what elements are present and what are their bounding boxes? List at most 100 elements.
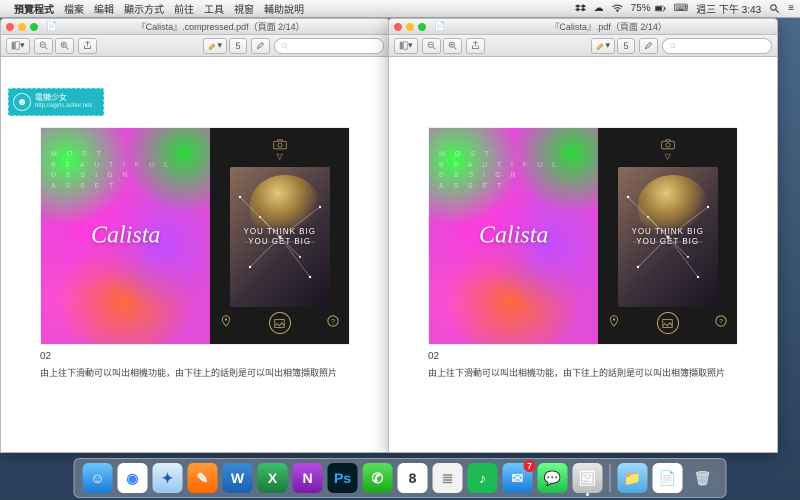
- menu-help[interactable]: 輔助說明: [264, 1, 304, 16]
- text-input-icon[interactable]: ⌨: [674, 3, 688, 14]
- page-field[interactable]: 5: [617, 38, 635, 54]
- markup-button[interactable]: [251, 38, 270, 54]
- document-content[interactable]: M O S T B E A U T I F U L D E S I G N A …: [389, 57, 777, 452]
- titlebar[interactable]: 📄 『Calista』.pdf（頁面 2/14）: [389, 19, 777, 35]
- page-field[interactable]: 5: [229, 38, 247, 54]
- caption-text: 由上往下滑動可以叫出相機功能，由下往上的話則是可以叫出相簿擷取照片: [40, 366, 350, 379]
- splash-panel: M O S T B E A U T I F U L D E S I G N A …: [41, 128, 210, 344]
- dock-finder[interactable]: ☺: [83, 463, 113, 493]
- pdf-icon: 📄: [46, 21, 57, 32]
- dock-line[interactable]: ✆: [363, 463, 393, 493]
- minimize-button[interactable]: [406, 23, 414, 31]
- menu-edit[interactable]: 編輯: [94, 1, 114, 16]
- preview-window-left: 📄 『Calista』.compressed.pdf（頁面 2/14） ▾ ▾ …: [0, 18, 390, 453]
- menu-view[interactable]: 顯示方式: [124, 1, 164, 16]
- share-button[interactable]: [466, 38, 485, 54]
- sync-icon[interactable]: ☁: [594, 3, 604, 14]
- highlight-button[interactable]: ▾: [203, 38, 227, 54]
- app-menu[interactable]: 預覽程式: [14, 1, 54, 16]
- search-field[interactable]: [662, 38, 772, 54]
- photo-overlay-text: YOU THINK BIG YOU GET BIG: [631, 227, 703, 247]
- menu-go[interactable]: 前往: [174, 1, 194, 16]
- view-mode-button[interactable]: ▾: [394, 38, 418, 54]
- view-mode-button[interactable]: ▾: [6, 38, 30, 54]
- close-button[interactable]: [6, 23, 14, 31]
- dock-reminders[interactable]: ≣: [433, 463, 463, 493]
- zoom-out-button[interactable]: [422, 38, 441, 54]
- phone-panel: ▽ YOU THINK BIG YOU GET BIG ?: [210, 128, 349, 344]
- zoom-in-button[interactable]: [55, 38, 74, 54]
- location-icon: [220, 314, 232, 332]
- zoom-out-button[interactable]: [34, 38, 53, 54]
- notification-center-icon[interactable]: ≡: [788, 3, 794, 14]
- spotlight-icon[interactable]: [769, 3, 780, 14]
- watermark-name: 電獺少女: [35, 94, 93, 103]
- dock-word[interactable]: W: [223, 463, 253, 493]
- dock-preview[interactable]: 🖼: [573, 463, 603, 493]
- menu-tools[interactable]: 工具: [204, 1, 224, 16]
- dock-onenote[interactable]: N: [293, 463, 323, 493]
- camera-icon: ▽: [661, 138, 675, 161]
- dock-pages[interactable]: ✎: [188, 463, 218, 493]
- dock: ☺◉✦✎WXNPs✆8≣♪✉7💬🖼 📁📄🗑: [74, 458, 727, 498]
- dock-chrome[interactable]: ◉: [118, 463, 148, 493]
- window-title: 『Calista』.pdf（頁面 2/14）: [445, 20, 772, 33]
- figure: M O S T B E A U T I F U L D E S I G N A …: [428, 127, 738, 345]
- camera-icon: ▽: [273, 138, 287, 161]
- location-icon: [608, 314, 620, 332]
- wifi-icon[interactable]: [612, 3, 623, 14]
- phone-panel: ▽ YOU THINK BIG YOU GET BIG ?: [598, 128, 737, 344]
- dock-photoshop[interactable]: Ps: [328, 463, 358, 493]
- dropbox-icon[interactable]: [575, 3, 586, 14]
- desktop: 📄 『Calista』.compressed.pdf（頁面 2/14） ▾ ▾ …: [0, 18, 800, 500]
- caption-text: 由上往下滑動可以叫出相機功能，由下往上的話則是可以叫出相簿擷取照片: [428, 366, 738, 379]
- blog-watermark: ☻ 電獺少女 http://agirls.aotter.net/: [8, 88, 104, 116]
- dock-calendar[interactable]: 8: [398, 463, 428, 493]
- toolbar: ▾ ▾ 5: [1, 35, 389, 57]
- titlebar[interactable]: 📄 『Calista』.compressed.pdf（頁面 2/14）: [1, 19, 389, 35]
- zoom-in-button[interactable]: [443, 38, 462, 54]
- menubar: 預覽程式 檔案 編輯 顯示方式 前往 工具 視窗 輔助說明 ☁ 75% ⌨ 週三…: [0, 0, 800, 18]
- zoom-button[interactable]: [30, 23, 38, 31]
- splash-panel: M O S T B E A U T I F U L D E S I G N A …: [429, 128, 598, 344]
- menu-file[interactable]: 檔案: [64, 1, 84, 16]
- battery-status[interactable]: 75%: [631, 3, 666, 14]
- zoom-button[interactable]: [418, 23, 426, 31]
- splash-heading: M O S T B E A U T I F U L D E S I G N A …: [51, 150, 172, 192]
- dock-messages[interactable]: 💬: [538, 463, 568, 493]
- markup-button[interactable]: [639, 38, 658, 54]
- calista-logo: Calista: [91, 223, 160, 250]
- splash-heading: M O S T B E A U T I F U L D E S I G N A …: [439, 150, 560, 192]
- menu-window[interactable]: 視窗: [234, 1, 254, 16]
- dock-spotify[interactable]: ♪: [468, 463, 498, 493]
- calista-logo: Calista: [479, 223, 548, 250]
- svg-text:?: ?: [719, 319, 723, 326]
- figure: M O S T B E A U T I F U L D E S I G N A …: [40, 127, 350, 345]
- clock[interactable]: 週三 下午 3:43: [696, 1, 761, 16]
- dock-safari[interactable]: ✦: [153, 463, 183, 493]
- watermark-icon: ☻: [13, 93, 31, 111]
- preview-window-right: 📄 『Calista』.pdf（頁面 2/14） ▾ ▾ 5: [388, 18, 778, 453]
- caption-number: 02: [40, 351, 350, 362]
- dock-trash[interactable]: 🗑: [688, 463, 718, 493]
- help-icon: ?: [715, 314, 727, 332]
- document-content[interactable]: M O S T B E A U T I F U L D E S I G N A …: [1, 57, 389, 452]
- sample-photo: YOU THINK BIG YOU GET BIG: [230, 167, 330, 307]
- gallery-icon: [269, 312, 291, 334]
- pdf-icon: 📄: [434, 21, 445, 32]
- search-field[interactable]: [274, 38, 384, 54]
- share-button[interactable]: [78, 38, 97, 54]
- gallery-icon: [657, 312, 679, 334]
- window-title: 『Calista』.compressed.pdf（頁面 2/14）: [57, 20, 384, 33]
- chevron-down-icon: ▽: [277, 152, 283, 161]
- minimize-button[interactable]: [18, 23, 26, 31]
- highlight-button[interactable]: ▾: [591, 38, 615, 54]
- watermark-url: http://agirls.aotter.net/: [35, 103, 93, 110]
- close-button[interactable]: [394, 23, 402, 31]
- dock-folder[interactable]: 📁: [618, 463, 648, 493]
- chevron-down-icon: ▽: [665, 152, 671, 161]
- dock-doc[interactable]: 📄: [653, 463, 683, 493]
- dock-mail[interactable]: ✉7: [503, 463, 533, 493]
- toolbar: ▾ ▾ 5: [389, 35, 777, 57]
- dock-excel[interactable]: X: [258, 463, 288, 493]
